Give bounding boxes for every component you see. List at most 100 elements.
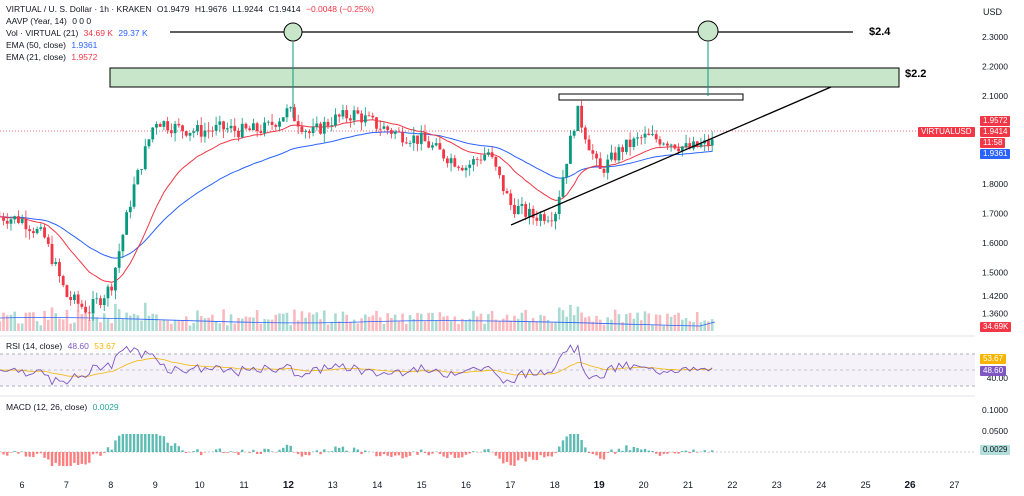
macd-histogram-bar [461,452,464,458]
candle-body [151,127,155,140]
macd-axis-label: 0.0500 [982,426,1008,436]
ohlc-change: −0.0048 (−0.25%) [306,4,375,14]
volume-bar [509,320,513,331]
macd-histogram-bar [662,452,665,455]
macd-histogram-bar [505,452,509,462]
volume-bar [65,309,69,331]
volume-bar [315,312,319,331]
macd-histogram-bar [703,450,706,452]
volume-bar [378,317,382,331]
rsi-ma-price-tag: 53.67 [980,354,1007,364]
ema50-legend[interactable]: EMA (50, close) 1.9361 [6,40,100,51]
macd-histogram-bar [565,436,568,452]
macd-histogram-bar [282,447,285,452]
candle-body [516,205,520,215]
volume-bar [367,316,371,331]
macd-histogram-bar [121,434,125,452]
aavp-legend[interactable]: AAVP (Year, 14) 0 0 0 [6,16,94,27]
candle-body [203,130,207,137]
symbol-title[interactable]: VIRTUAL / U. S. Dollar · 1h · KRAKEN [6,4,151,14]
volume-bar [322,310,326,331]
macd-histogram-bar [110,449,113,452]
macd-histogram-bar [513,452,516,466]
candle-body [397,131,401,133]
time-axis-label: 23 [772,480,782,490]
rsi-legend[interactable]: RSI (14, close) 48.60 53.67 [6,341,119,352]
time-axis-label: 16 [461,480,471,490]
volume-bar [613,309,617,331]
volume-bar [405,323,408,331]
ema50-value: 1.9361 [71,40,98,50]
candle-body [281,117,285,122]
candle-body [404,142,408,144]
candle-body [651,134,654,136]
currency-label[interactable]: USD [983,7,1002,17]
candle-body [158,123,162,127]
candle-body [580,105,584,128]
macd-histogram-bar [517,452,520,461]
rsi-ma-value: 53.67 [94,341,116,351]
candle-body [181,125,184,132]
volume-bar [710,319,714,331]
macd-histogram-bar [248,452,251,453]
candle-body [233,125,237,131]
candle-body [483,154,487,161]
rsi-label: RSI (14, close) [6,341,63,351]
time-axis-label: 22 [727,480,737,490]
candle-body [464,167,468,171]
candle-body [658,139,662,145]
candle-body [274,124,278,127]
time-axis-label: 13 [328,480,338,490]
candle-body [606,159,610,173]
candle-body [72,294,76,301]
volume-value: 34.69 K [83,28,113,38]
time-axis-label: 6 [19,480,24,490]
macd-histogram-bar [289,445,292,452]
candle-body [427,141,431,148]
macd-histogram-bar [147,434,151,452]
volume-bar [300,311,304,331]
volume-bar [382,323,386,331]
candle-body [382,126,386,129]
volume-bar [43,310,46,331]
volume-legend[interactable]: Vol · VIRTUAL (21) 34.69 K 29.37 K [6,28,151,39]
volume-bar [184,316,188,331]
volume-bar [106,318,110,331]
chart-canvas: 2.3000 2.2000 2.1000 1.8000 1.7000 1.6000 1.50… [0,20,1008,491]
candle-body [386,126,390,131]
price-axis-label: 1.3600 [982,309,1008,319]
macd-histogram-bar [196,449,199,452]
volume-bar [557,307,561,331]
volume-bar [0,321,2,331]
macd-legend[interactable]: MACD (12, 26, close) 0.0029 [6,402,122,413]
macd-histogram-bar [688,452,691,454]
macd-histogram-bar [498,452,501,459]
macd-histogram-bar [431,452,434,454]
macd-histogram-bar [684,450,688,452]
ema-layer [0,119,713,283]
countdown-tag: 11:58 [980,138,1006,148]
volume-bar [375,310,378,331]
volume-bar [95,317,99,331]
macd-histogram-bar [531,452,535,460]
macd-histogram-bar [9,452,13,453]
volume-bar [408,315,412,331]
volume-bar [524,309,527,331]
macd-histogram-bar [416,452,419,455]
macd-histogram-bar [222,452,225,454]
ema21-legend[interactable]: EMA (21, close) 1.9572 [6,52,100,63]
volume-price-tag: 34.69K [980,322,1012,332]
price-axis-label: 2.1000 [982,91,1008,101]
candle-body [61,276,65,286]
macd-histogram-bar [65,452,69,466]
volume-bar [438,312,442,331]
volume-bar [707,321,710,331]
volume-bar [397,321,401,331]
candle-body [528,208,531,217]
volume-bar [226,325,229,331]
volume-bar [431,312,434,331]
volume-bar [203,318,207,331]
macd-histogram-bar [334,446,337,452]
candle-body [367,115,371,117]
candle-body [296,121,300,127]
